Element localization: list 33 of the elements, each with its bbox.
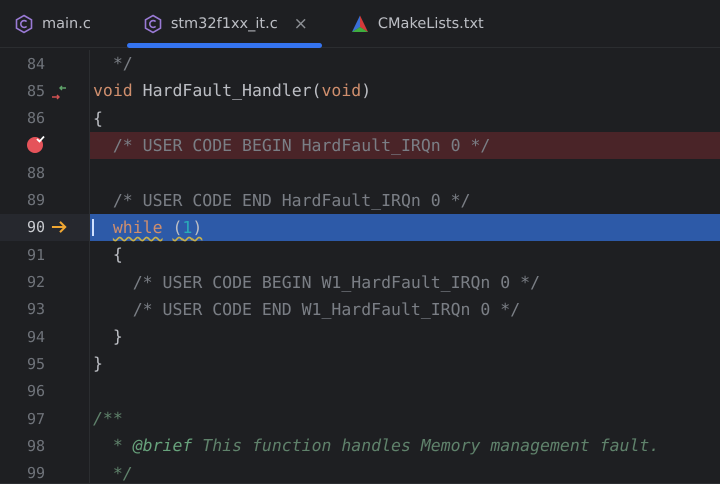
code-line: {	[93, 108, 103, 128]
code-line: /* USER CODE END W1_HardFault_IRQn 0 */	[132, 300, 520, 319]
line-number: 96	[26, 382, 45, 400]
code-line: /**	[93, 409, 123, 428]
line-number: 95	[26, 354, 45, 373]
line-number: 84	[26, 54, 45, 73]
code-line: {	[112, 245, 123, 264]
line-number: 89	[26, 191, 45, 210]
line-number: 93	[26, 300, 45, 318]
code-line: */	[112, 54, 133, 74]
code-line: }	[112, 327, 123, 346]
file-tab[interactable]: CMakeLists.txt	[344, 0, 498, 47]
line-number: 98	[26, 436, 45, 455]
line-number: 90	[26, 218, 45, 236]
line-number: 94	[26, 328, 45, 346]
line-number: 86	[26, 109, 45, 128]
code-line: */	[112, 464, 133, 483]
code-line: void HardFault_Handler(void)	[93, 81, 372, 100]
line-number: 91	[26, 246, 45, 264]
line-number: 97	[26, 410, 45, 428]
code-line: /* USER CODE END HardFault_IRQn 0 */	[112, 190, 470, 210]
line-number: 88	[26, 164, 45, 182]
code-line: /* USER CODE BEGIN W1_HardFault_IRQn 0 */	[132, 272, 540, 292]
line-number: 99	[26, 464, 45, 482]
close-icon[interactable]: ×	[294, 14, 308, 34]
code-line: }	[93, 354, 103, 374]
code-line: while (1)	[112, 218, 202, 237]
line-number: 92	[26, 273, 45, 292]
file-tab[interactable]: stm32f1xx_it.c ×	[126, 0, 322, 47]
line-number: 85	[26, 82, 45, 100]
code-line: /* USER CODE BEGIN HardFault_IRQn 0 */	[112, 136, 490, 156]
file-tab[interactable]: main.c	[8, 0, 105, 47]
code-line: * @brief This function handles Memory management fault.	[112, 436, 660, 456]
